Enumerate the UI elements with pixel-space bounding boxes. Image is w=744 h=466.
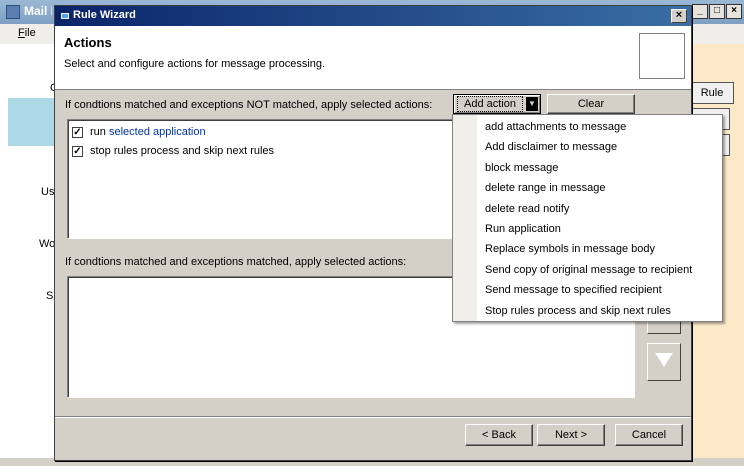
chevron-down-icon[interactable]: ▼ [526, 97, 538, 111]
back-button[interactable]: < Back [465, 424, 533, 446]
selected-application-link[interactable]: selected application [109, 126, 206, 138]
next-button[interactable]: Next > [537, 424, 605, 446]
footer-divider [55, 416, 691, 418]
add-action-button[interactable]: Add action ▼ [453, 94, 541, 114]
menu-item-add-disclaimer[interactable]: Add disclaimer to message [485, 137, 617, 157]
background-window-title: Mail P [24, 4, 52, 18]
menu-item-delete-range[interactable]: delete range in message [485, 178, 605, 198]
page-title: Actions [64, 35, 112, 50]
background-label: S [46, 290, 54, 302]
menu-gutter [453, 115, 477, 321]
rule-button[interactable]: Rule [690, 82, 734, 104]
action-label: run selected application [90, 126, 206, 138]
dialog-title: Rule Wizard [73, 9, 136, 21]
action-prefix: run [90, 126, 109, 138]
menu-item-replace-symbols[interactable]: Replace symbols in message body [485, 239, 655, 259]
close-icon[interactable]: × [726, 4, 742, 19]
move-down-button[interactable] [647, 343, 681, 381]
background-label: Us [41, 186, 55, 198]
app-icon [6, 5, 20, 19]
wizard-header: Actions Select and configure actions for… [55, 26, 691, 90]
maximize-icon[interactable]: □ [709, 4, 725, 19]
menu-file[interactable]: File [18, 27, 36, 39]
action-label: stop rules process and skip next rules [90, 145, 275, 157]
dialog-titlebar[interactable] [55, 6, 691, 26]
action-checkbox[interactable]: ✓ [72, 127, 83, 138]
background-label: Wo [39, 238, 56, 250]
not-matched-label: If condtions matched and exceptions NOT … [65, 99, 433, 111]
clear-button[interactable]: Clear [547, 94, 635, 114]
cancel-button[interactable]: Cancel [615, 424, 683, 446]
wizard-image [639, 33, 685, 79]
arrow-down-icon [655, 353, 673, 367]
add-action-label: Add action [457, 96, 523, 112]
selected-list-item[interactable] [8, 98, 58, 146]
menu-item-send-message[interactable]: Send message to specified recipient [485, 280, 662, 300]
page-subtitle: Select and configure actions for message… [64, 58, 326, 70]
action-checkbox[interactable]: ✓ [72, 146, 83, 157]
menu-item-delete-read-notify[interactable]: delete read notify [485, 199, 569, 219]
menu-item-add-attachments[interactable]: add attachments to message [485, 117, 626, 137]
menu-item-stop-rules[interactable]: Stop rules process and skip next rules [485, 301, 671, 321]
menu-item-run-application[interactable]: Run application [485, 219, 561, 239]
minimize-icon[interactable]: _ [692, 4, 708, 19]
matched-label: If condtions matched and exceptions matc… [65, 256, 407, 268]
menu-item-block-message[interactable]: block message [485, 158, 558, 178]
dialog-icon [61, 13, 69, 19]
close-icon[interactable]: × [671, 9, 687, 23]
add-action-menu: add attachments to message Add disclaime… [452, 114, 723, 322]
menu-item-send-copy[interactable]: Send copy of original message to recipie… [485, 260, 692, 280]
